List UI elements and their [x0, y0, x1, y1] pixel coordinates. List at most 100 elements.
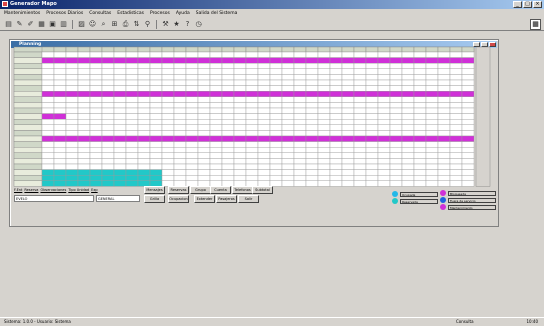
- tool-icon[interactable]: ⚒: [161, 20, 170, 29]
- booking-cell[interactable]: [41, 163, 55, 170]
- booking-cell[interactable]: [449, 169, 463, 176]
- booking-cell[interactable]: [305, 68, 319, 75]
- booking-cell[interactable]: [281, 135, 295, 142]
- booking-cell[interactable]: [353, 141, 367, 148]
- booking-cell[interactable]: [365, 130, 379, 137]
- booking-cell[interactable]: [269, 63, 283, 70]
- booking-cell[interactable]: [293, 118, 307, 125]
- booking-cell[interactable]: [293, 135, 307, 142]
- booking-cell[interactable]: [137, 124, 151, 131]
- booking-cell[interactable]: [365, 180, 379, 187]
- planning-tab[interactable]: Tipo Unidad: [68, 188, 89, 193]
- booking-cell[interactable]: [113, 174, 127, 181]
- booking-cell[interactable]: [209, 169, 223, 176]
- booking-cell[interactable]: [305, 146, 319, 153]
- booking-cell[interactable]: [245, 79, 259, 86]
- planning-tab[interactable]: Observaciones: [40, 188, 66, 193]
- booking-cell[interactable]: [197, 124, 211, 131]
- booking-cell[interactable]: [149, 174, 163, 181]
- booking-cell[interactable]: [401, 91, 415, 98]
- booking-cell[interactable]: [77, 158, 91, 165]
- booking-cell[interactable]: [329, 85, 343, 92]
- booking-cell[interactable]: [173, 130, 187, 137]
- booking-cell[interactable]: [293, 96, 307, 103]
- booking-cell[interactable]: [209, 174, 223, 181]
- booking-cell[interactable]: [461, 146, 475, 153]
- booking-cell[interactable]: [77, 130, 91, 137]
- booking-cell[interactable]: [449, 158, 463, 165]
- booking-cell[interactable]: [413, 96, 427, 103]
- booking-cell[interactable]: [401, 85, 415, 92]
- booking-cell[interactable]: [413, 163, 427, 170]
- booking-cell[interactable]: [113, 180, 127, 187]
- booking-cell[interactable]: [425, 158, 439, 165]
- booking-cell[interactable]: [365, 91, 379, 98]
- booking-cell[interactable]: [341, 63, 355, 70]
- booking-cell[interactable]: [269, 135, 283, 142]
- booking-cell[interactable]: [197, 174, 211, 181]
- booking-cell[interactable]: [401, 124, 415, 131]
- booking-cell[interactable]: [353, 152, 367, 159]
- booking-cell[interactable]: [437, 63, 451, 70]
- booking-cell[interactable]: [161, 63, 175, 70]
- booking-cell[interactable]: [65, 163, 79, 170]
- booking-cell[interactable]: [437, 163, 451, 170]
- booking-cell[interactable]: [173, 102, 187, 109]
- booking-cell[interactable]: [365, 74, 379, 81]
- booking-cell[interactable]: [269, 107, 283, 114]
- booking-cell[interactable]: [173, 96, 187, 103]
- booking-cell[interactable]: [317, 141, 331, 148]
- booking-cell[interactable]: [101, 68, 115, 75]
- room-row-header[interactable]: [13, 135, 43, 142]
- booking-cell[interactable]: [233, 118, 247, 125]
- booking-cell[interactable]: [53, 102, 67, 109]
- booking-cell[interactable]: [281, 107, 295, 114]
- room-row-header[interactable]: [13, 68, 43, 75]
- booking-cell[interactable]: [413, 124, 427, 131]
- booking-cell[interactable]: [89, 163, 103, 170]
- booking-cell[interactable]: [101, 107, 115, 114]
- booking-cell[interactable]: [137, 141, 151, 148]
- booking-cell[interactable]: [413, 169, 427, 176]
- booking-cell[interactable]: [317, 124, 331, 131]
- booking-cell[interactable]: [185, 118, 199, 125]
- booking-cell[interactable]: [89, 91, 103, 98]
- booking-cell[interactable]: [329, 102, 343, 109]
- booking-cell[interactable]: [389, 130, 403, 137]
- chart-icon[interactable]: ▨: [77, 20, 86, 29]
- booking-cell[interactable]: [305, 91, 319, 98]
- booking-cell[interactable]: [125, 169, 139, 176]
- booking-cell[interactable]: [89, 107, 103, 114]
- booking-cell[interactable]: [65, 152, 79, 159]
- booking-cell[interactable]: [185, 91, 199, 98]
- booking-cell[interactable]: [149, 130, 163, 137]
- booking-cell[interactable]: [293, 158, 307, 165]
- booking-cell[interactable]: [377, 174, 391, 181]
- booking-cell[interactable]: [245, 107, 259, 114]
- help-icon[interactable]: ?: [183, 20, 192, 29]
- room-row-header[interactable]: [13, 180, 43, 187]
- booking-cell[interactable]: [125, 91, 139, 98]
- booking-cell[interactable]: [413, 74, 427, 81]
- booking-cell[interactable]: [341, 68, 355, 75]
- booking-cell[interactable]: [221, 169, 235, 176]
- booking-cell[interactable]: [185, 130, 199, 137]
- booking-cell[interactable]: [41, 51, 55, 58]
- booking-cell[interactable]: [365, 135, 379, 142]
- booking-cell[interactable]: [353, 68, 367, 75]
- booking-cell[interactable]: [65, 68, 79, 75]
- booking-cell[interactable]: [425, 130, 439, 137]
- booking-cell[interactable]: [89, 152, 103, 159]
- booking-cell[interactable]: [437, 158, 451, 165]
- booking-cell[interactable]: [257, 74, 271, 81]
- booking-cell[interactable]: [413, 146, 427, 153]
- booking-cell[interactable]: [329, 107, 343, 114]
- booking-cell[interactable]: [377, 163, 391, 170]
- booking-cell[interactable]: [377, 141, 391, 148]
- booking-cell[interactable]: [245, 63, 259, 70]
- booking-cell[interactable]: [149, 124, 163, 131]
- booking-cell[interactable]: [281, 152, 295, 159]
- booking-cell[interactable]: [461, 57, 475, 64]
- booking-cell[interactable]: [125, 130, 139, 137]
- booking-cell[interactable]: [317, 174, 331, 181]
